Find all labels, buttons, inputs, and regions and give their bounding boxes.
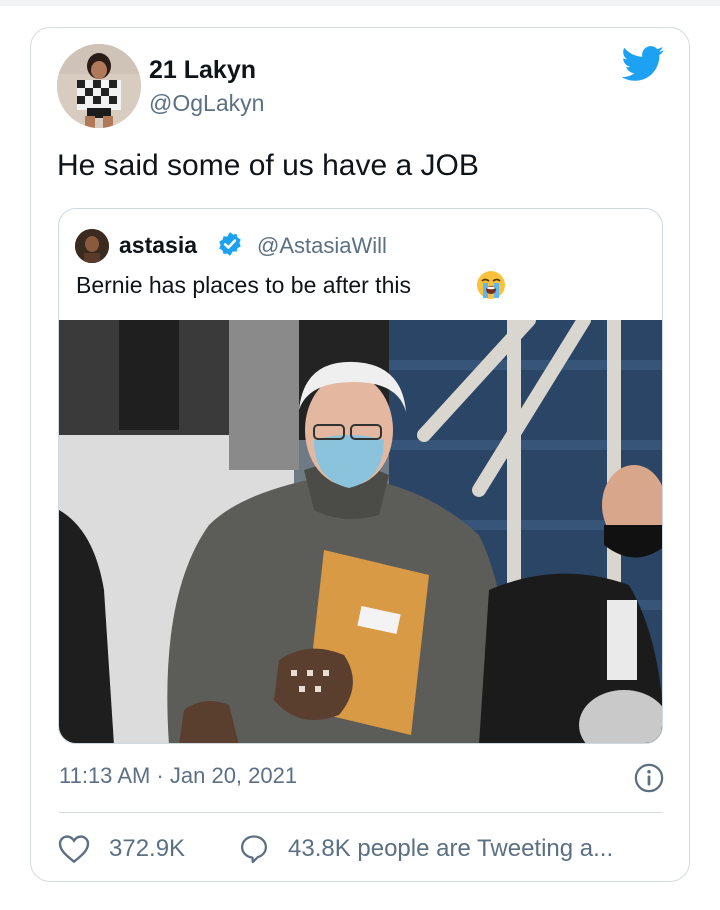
tweet-card: 21 Lakyn @OgLakyn He said some of us hav…	[30, 27, 690, 882]
heart-icon[interactable]	[58, 834, 90, 864]
twitter-bird-icon[interactable]	[621, 46, 665, 82]
verified-badge-icon	[219, 232, 241, 256]
like-count[interactable]: 372.9K	[109, 835, 185, 863]
info-icon[interactable]	[634, 763, 664, 793]
quoted-author-avatar[interactable]	[75, 229, 109, 263]
quoted-tweet-photo[interactable]	[59, 320, 663, 744]
tweet-text: He said some of us have a JOB	[57, 149, 479, 182]
quoted-tweet[interactable]: astasia @AstasiaWill Bernie has places t…	[58, 208, 663, 744]
quoted-author-handle[interactable]: @AstasiaWill	[257, 233, 387, 259]
tweet-timestamp[interactable]: 11:13 AM · Jan 20, 2021	[59, 763, 297, 789]
author-avatar[interactable]	[57, 44, 141, 128]
loudly-crying-face-icon	[477, 271, 505, 299]
divider	[59, 812, 663, 813]
author-name[interactable]: 21 Lakyn	[149, 56, 256, 85]
quoted-tweet-text: Bernie has places to be after this	[76, 272, 411, 298]
author-handle[interactable]: @OgLakyn	[149, 90, 264, 117]
quoted-author-name[interactable]: astasia	[119, 232, 197, 259]
top-strip	[0, 0, 720, 6]
reply-bubble-icon[interactable]	[239, 834, 269, 864]
conversation-link[interactable]: 43.8K people are Tweeting a...	[288, 835, 613, 863]
